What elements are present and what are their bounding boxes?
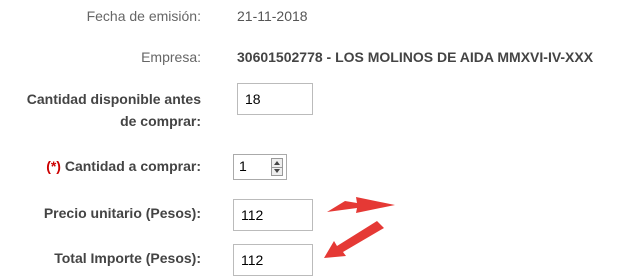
arrow-to-total-icon	[324, 221, 384, 258]
